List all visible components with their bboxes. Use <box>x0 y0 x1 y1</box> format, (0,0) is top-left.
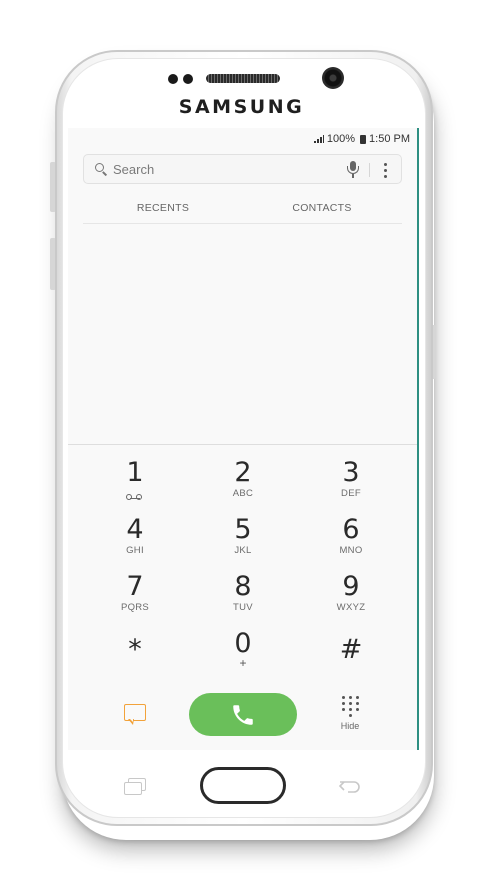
key-digit: # <box>339 634 363 665</box>
dialpad-divider <box>68 444 418 445</box>
hide-keypad-button[interactable]: Hide <box>330 695 370 739</box>
key-letters: JKL <box>234 545 252 556</box>
keypad-icon <box>341 695 359 719</box>
brand-logo: SAMSUNG <box>178 96 305 118</box>
recent-apps-icon[interactable] <box>124 778 148 796</box>
key-digit: 6 <box>342 514 360 545</box>
message-icon[interactable] <box>123 703 149 729</box>
light-sensor <box>183 74 193 84</box>
key-digit: 2 <box>234 457 252 488</box>
battery-percent: 100% <box>326 133 356 145</box>
back-icon[interactable] <box>338 778 362 796</box>
key-letters: TUV <box>233 602 253 613</box>
front-camera <box>322 67 344 89</box>
proximity-sensor <box>168 74 178 84</box>
key-digit: 9 <box>342 571 360 602</box>
microphone-icon[interactable] <box>346 161 360 179</box>
screen-edge-highlight <box>417 128 419 750</box>
key-digit: 1 <box>126 457 144 488</box>
key-digit: 8 <box>234 571 252 602</box>
key-6[interactable]: 6 MNO <box>296 516 406 568</box>
key-8[interactable]: 8 TUV <box>188 573 298 625</box>
clock: 1:50 PM <box>369 133 410 145</box>
key-1[interactable]: 1 <box>80 459 190 511</box>
key-letters: ABC <box>232 488 254 499</box>
key-letters: DEF <box>341 488 361 499</box>
key-digit: 5 <box>234 514 252 545</box>
search-divider <box>369 163 370 177</box>
key-letters: WXYZ <box>336 602 366 613</box>
key-4[interactable]: 4 GHI <box>80 516 190 568</box>
key-star[interactable]: * <box>80 636 190 688</box>
key-9[interactable]: 9 WXYZ <box>296 573 406 625</box>
status-bar: 100% 1:50 PM <box>68 128 418 152</box>
key-digit: * <box>128 634 142 665</box>
tab-recents[interactable]: RECENTS <box>83 202 243 214</box>
voicemail-icon <box>126 494 144 500</box>
key-7[interactable]: 7 PQRS <box>80 573 190 625</box>
key-3[interactable]: 3 DEF <box>296 459 406 511</box>
home-button[interactable] <box>200 767 286 804</box>
search-input[interactable]: Search <box>113 162 154 177</box>
hide-label: Hide <box>340 721 360 731</box>
key-2[interactable]: 2 ABC <box>188 459 298 511</box>
search-bar[interactable]: Search <box>83 154 402 184</box>
key-5[interactable]: 5 JKL <box>188 516 298 568</box>
more-options-icon[interactable] <box>381 161 389 179</box>
key-digit: 0 <box>234 628 252 659</box>
tab-contacts[interactable]: CONTACTS <box>242 202 402 214</box>
key-letters: + <box>239 656 247 670</box>
key-digit: 3 <box>342 457 360 488</box>
key-hash[interactable]: # <box>296 636 406 688</box>
call-button[interactable] <box>189 693 297 736</box>
battery-icon <box>360 134 367 144</box>
key-digit: 7 <box>126 571 144 602</box>
key-digit: 4 <box>126 514 144 545</box>
signal-icon <box>313 135 324 143</box>
tab-bar: RECENTS CONTACTS <box>83 192 402 224</box>
phone-screen: 100% 1:50 PM Search RECENTS CONTACTS 1 2… <box>68 128 418 750</box>
key-letters: PQRS <box>120 602 150 613</box>
phone-icon <box>233 705 253 725</box>
earpiece-speaker <box>206 74 280 83</box>
key-letters: GHI <box>126 545 144 556</box>
key-letters: MNO <box>339 545 363 556</box>
search-icon <box>95 163 104 172</box>
key-0[interactable]: 0 + <box>188 630 298 682</box>
